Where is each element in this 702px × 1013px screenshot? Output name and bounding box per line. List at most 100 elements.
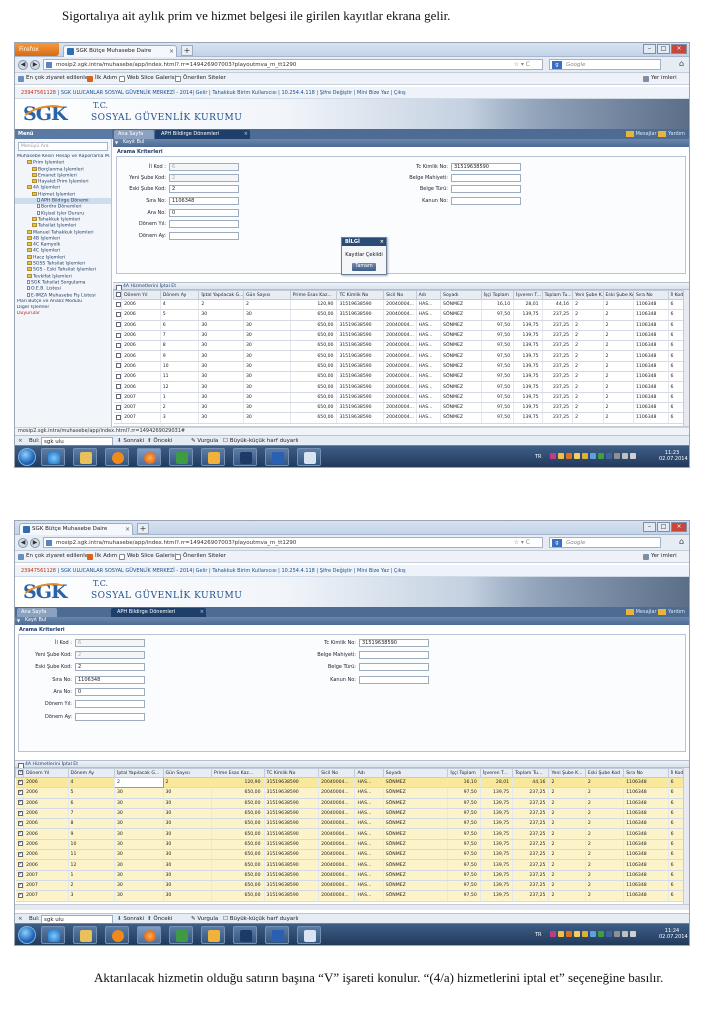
column-header[interactable]: Adı bbox=[415, 290, 442, 300]
table-row[interactable]: 200683030650,003151963859020040004...HAS… bbox=[15, 818, 689, 830]
row-checkbox[interactable] bbox=[115, 373, 121, 379]
notepad-taskbar-icon[interactable] bbox=[297, 926, 321, 944]
dialog-close-icon[interactable]: × bbox=[380, 238, 384, 246]
url-bar[interactable]: mosip2.sgk.intra/muhasebe/app/index.html… bbox=[43, 59, 543, 70]
tab-aph-bildirge[interactable]: APH Bildirge Dönemleri × bbox=[111, 608, 206, 617]
horizontal-scrollbar[interactable] bbox=[15, 904, 689, 910]
row-select-cell[interactable] bbox=[15, 839, 25, 851]
column-header[interactable]: Eski Şube Kod bbox=[602, 290, 635, 300]
grid-title[interactable]: 4A Hizmetlerini İptal Et bbox=[15, 760, 689, 769]
tab-close-icon[interactable]: × bbox=[244, 130, 248, 139]
table-row[interactable]: 2006123030650,003151963859020040004...HA… bbox=[15, 859, 689, 871]
row-checkbox[interactable] bbox=[17, 882, 23, 888]
table-row[interactable]: 200683030650,003151963859020040004...HAS… bbox=[113, 340, 689, 352]
bookmark-star-icon[interactable]: ☆ ▾ C bbox=[514, 538, 530, 547]
yeni-sube-field[interactable]: Yeni Şube Kod: 2 bbox=[35, 651, 145, 659]
row-select-cell[interactable] bbox=[113, 340, 123, 352]
menu-right[interactable]: Mesajlar Yardım bbox=[625, 607, 685, 617]
eski-sube-field[interactable]: Eski Şube Kod: 2 bbox=[129, 185, 239, 193]
clock[interactable]: 11:24 02.07.2014 bbox=[659, 928, 688, 940]
table-row[interactable]: 200673030650,003151963859020040004...HAS… bbox=[15, 808, 689, 820]
tab-home[interactable]: Ana Sayfa bbox=[17, 608, 57, 617]
column-header[interactable]: Toplam Tu... bbox=[541, 290, 574, 300]
table-row[interactable]: 2006103030650,003151963859020040004...HA… bbox=[15, 839, 689, 851]
browser-tab[interactable]: SGK Bütçe Muhasebe Daire Başkanlığı× bbox=[19, 523, 133, 543]
back-icon[interactable]: ◀ bbox=[18, 538, 28, 548]
column-header[interactable]: Adı bbox=[354, 768, 384, 778]
url-bar[interactable]: mosip2.sgk.intra/muhasebe/app/index.html… bbox=[43, 537, 543, 548]
row-select-cell[interactable] bbox=[15, 818, 25, 830]
table-row[interactable]: 2006123030650,003151963859020040004...HA… bbox=[113, 381, 689, 393]
row-select-cell[interactable] bbox=[113, 320, 123, 331]
row-checkbox[interactable] bbox=[17, 871, 23, 878]
row-checkbox[interactable] bbox=[115, 394, 121, 400]
column-header[interactable]: Gün Sayısı bbox=[243, 290, 291, 300]
row-checkbox[interactable] bbox=[17, 840, 23, 847]
kanun-no-field[interactable]: Kanun No: bbox=[330, 676, 429, 684]
outlook-taskbar-icon[interactable] bbox=[201, 926, 225, 944]
grid-title[interactable]: 4A Hizmetlerini İptal Et bbox=[113, 282, 689, 291]
column-header[interactable]: Sıra No bbox=[633, 290, 669, 300]
table-row[interactable]: 200693030650,003151963859020040004...HAS… bbox=[15, 828, 689, 840]
il-kod-field[interactable]: İl Kod :6 bbox=[149, 163, 239, 171]
home-icon[interactable]: ⌂ bbox=[679, 59, 684, 68]
menu-right[interactable]: Mesajlar Yardım bbox=[625, 129, 685, 139]
column-header[interactable]: Sicil No bbox=[383, 290, 417, 300]
bookmark-most-visited[interactable]: En çok ziyaret edilenler bbox=[18, 551, 90, 562]
table-row[interactable]: 200673030650,003151963859020040004...HAS… bbox=[113, 330, 689, 342]
row-checkbox[interactable] bbox=[17, 861, 23, 868]
belge-mahiyeti-field[interactable]: Belge Mahiyeti: bbox=[409, 174, 521, 182]
close-window-icon[interactable]: × bbox=[671, 522, 687, 532]
notepad-taskbar-icon[interactable] bbox=[297, 448, 321, 466]
row-checkbox[interactable] bbox=[17, 810, 23, 816]
vertical-scrollbar[interactable] bbox=[683, 768, 689, 904]
table-row[interactable]: 200653030650,003151963859020040004...HAS… bbox=[113, 309, 689, 321]
bookmark-first-step[interactable]: İlk Adım bbox=[87, 73, 117, 84]
table-row[interactable]: 200733030650,003151963859020040004...HAS… bbox=[15, 890, 689, 902]
row-checkbox[interactable] bbox=[17, 779, 23, 785]
row-select-cell[interactable] bbox=[15, 890, 25, 902]
select-all-checkbox[interactable] bbox=[116, 292, 121, 297]
row-checkbox[interactable] bbox=[115, 384, 121, 390]
bookmark-suggested[interactable]: Önerilen Siteler bbox=[175, 73, 226, 84]
excel-taskbar-icon[interactable] bbox=[169, 926, 193, 944]
row-select-cell[interactable] bbox=[113, 299, 123, 311]
media-player-taskbar-icon[interactable] bbox=[105, 448, 129, 466]
row-checkbox[interactable] bbox=[115, 311, 121, 317]
row-checkbox[interactable] bbox=[17, 799, 23, 806]
column-header[interactable]: Dönem Ay bbox=[67, 768, 116, 778]
tc-kimlik-field[interactable]: Tc Kimlik No: 31519638590 bbox=[416, 163, 521, 171]
table-row[interactable]: 2006113030650,003151963859020040004...HA… bbox=[15, 849, 689, 861]
ara-no-field[interactable]: Ara No: 0 bbox=[53, 688, 145, 696]
table-row[interactable]: 200693030650,003151963859020040004...HAS… bbox=[113, 350, 689, 362]
maximize-icon[interactable]: □ bbox=[657, 522, 670, 532]
sira-no-field[interactable]: Sıra No: 1106348 bbox=[146, 197, 239, 205]
new-tab-button[interactable]: + bbox=[181, 45, 193, 56]
column-header[interactable]: TC Kimlik No bbox=[336, 290, 385, 300]
media-player-taskbar-icon[interactable] bbox=[105, 926, 129, 944]
table-row[interactable]: 200723030650,003151963859020040004...HAS… bbox=[15, 880, 689, 892]
row-checkbox[interactable] bbox=[115, 414, 121, 420]
column-header[interactable]: Toplam Tu... bbox=[512, 768, 550, 778]
column-header[interactable]: Gün Sayısı bbox=[162, 768, 212, 778]
belge-mahiyeti-field[interactable]: Belge Mahiyeti: bbox=[317, 651, 429, 659]
row-checkbox[interactable] bbox=[17, 851, 23, 857]
column-header[interactable]: İptal Yapılacak G... bbox=[114, 768, 164, 778]
row-checkbox[interactable] bbox=[115, 342, 121, 348]
column-header[interactable]: Soyadı bbox=[440, 290, 482, 300]
donem-yil-field[interactable]: Dönem Yıl: bbox=[139, 220, 239, 228]
tray-icons[interactable] bbox=[550, 931, 636, 937]
explorer-taskbar-icon[interactable] bbox=[73, 926, 97, 944]
column-header[interactable]: Dönem Yıl bbox=[121, 290, 161, 300]
row-select-cell[interactable] bbox=[15, 787, 25, 799]
word-taskbar-icon[interactable] bbox=[265, 926, 289, 944]
sira-no-field[interactable]: Sıra No: 1106348 bbox=[52, 676, 145, 684]
row-checkbox[interactable] bbox=[115, 404, 121, 410]
language-indicator[interactable]: TR bbox=[535, 932, 542, 938]
yeni-sube-field[interactable]: Yeni Şube Kod: 2 bbox=[129, 174, 239, 182]
column-header[interactable]: Prime Esas Kaz... bbox=[289, 290, 338, 300]
row-checkbox[interactable] bbox=[115, 322, 121, 328]
row-select-cell[interactable] bbox=[15, 880, 25, 892]
bookmarks-menu[interactable]: Yer imleri bbox=[643, 73, 677, 84]
donem-yil-field[interactable]: Dönem Yıl: bbox=[45, 700, 145, 708]
